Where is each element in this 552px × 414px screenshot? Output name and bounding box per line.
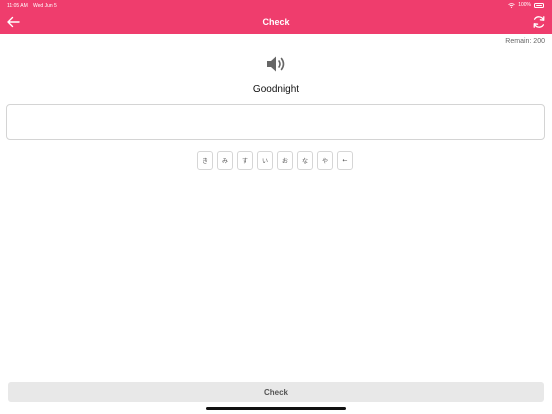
battery-percent: 100%: [518, 2, 531, 8]
kana-key[interactable]: み: [217, 151, 233, 170]
answer-input[interactable]: [6, 104, 545, 140]
check-button[interactable]: Check: [8, 382, 544, 402]
status-time: 11:05 AM: [7, 3, 28, 9]
home-indicator: [206, 407, 346, 410]
status-date: Wed Jun 5: [33, 3, 57, 9]
status-bar: 11:05 AM Wed Jun 5 100%: [0, 0, 552, 11]
kana-key[interactable]: な: [297, 151, 313, 170]
refresh-icon: [533, 16, 545, 28]
backspace-key[interactable]: ←: [337, 151, 353, 170]
play-audio-button[interactable]: [265, 54, 287, 74]
refresh-button[interactable]: [532, 15, 546, 29]
kana-key[interactable]: す: [237, 151, 253, 170]
kana-key[interactable]: や: [317, 151, 333, 170]
kana-key[interactable]: き: [197, 151, 213, 170]
kana-key[interactable]: い: [257, 151, 273, 170]
battery-icon: [534, 2, 544, 8]
kana-key[interactable]: お: [277, 151, 293, 170]
page-title: Check: [262, 17, 290, 27]
app-header: 11:05 AM Wed Jun 5 100% Check: [0, 0, 552, 34]
quiz-word: Goodnight: [252, 84, 300, 95]
speaker-icon: [267, 56, 285, 72]
status-indicators: 100%: [508, 2, 544, 8]
wifi-icon: [508, 2, 515, 8]
kana-keyboard: き み す い お な や ←: [197, 151, 353, 170]
remain-counter: Remain: 200: [505, 38, 545, 45]
